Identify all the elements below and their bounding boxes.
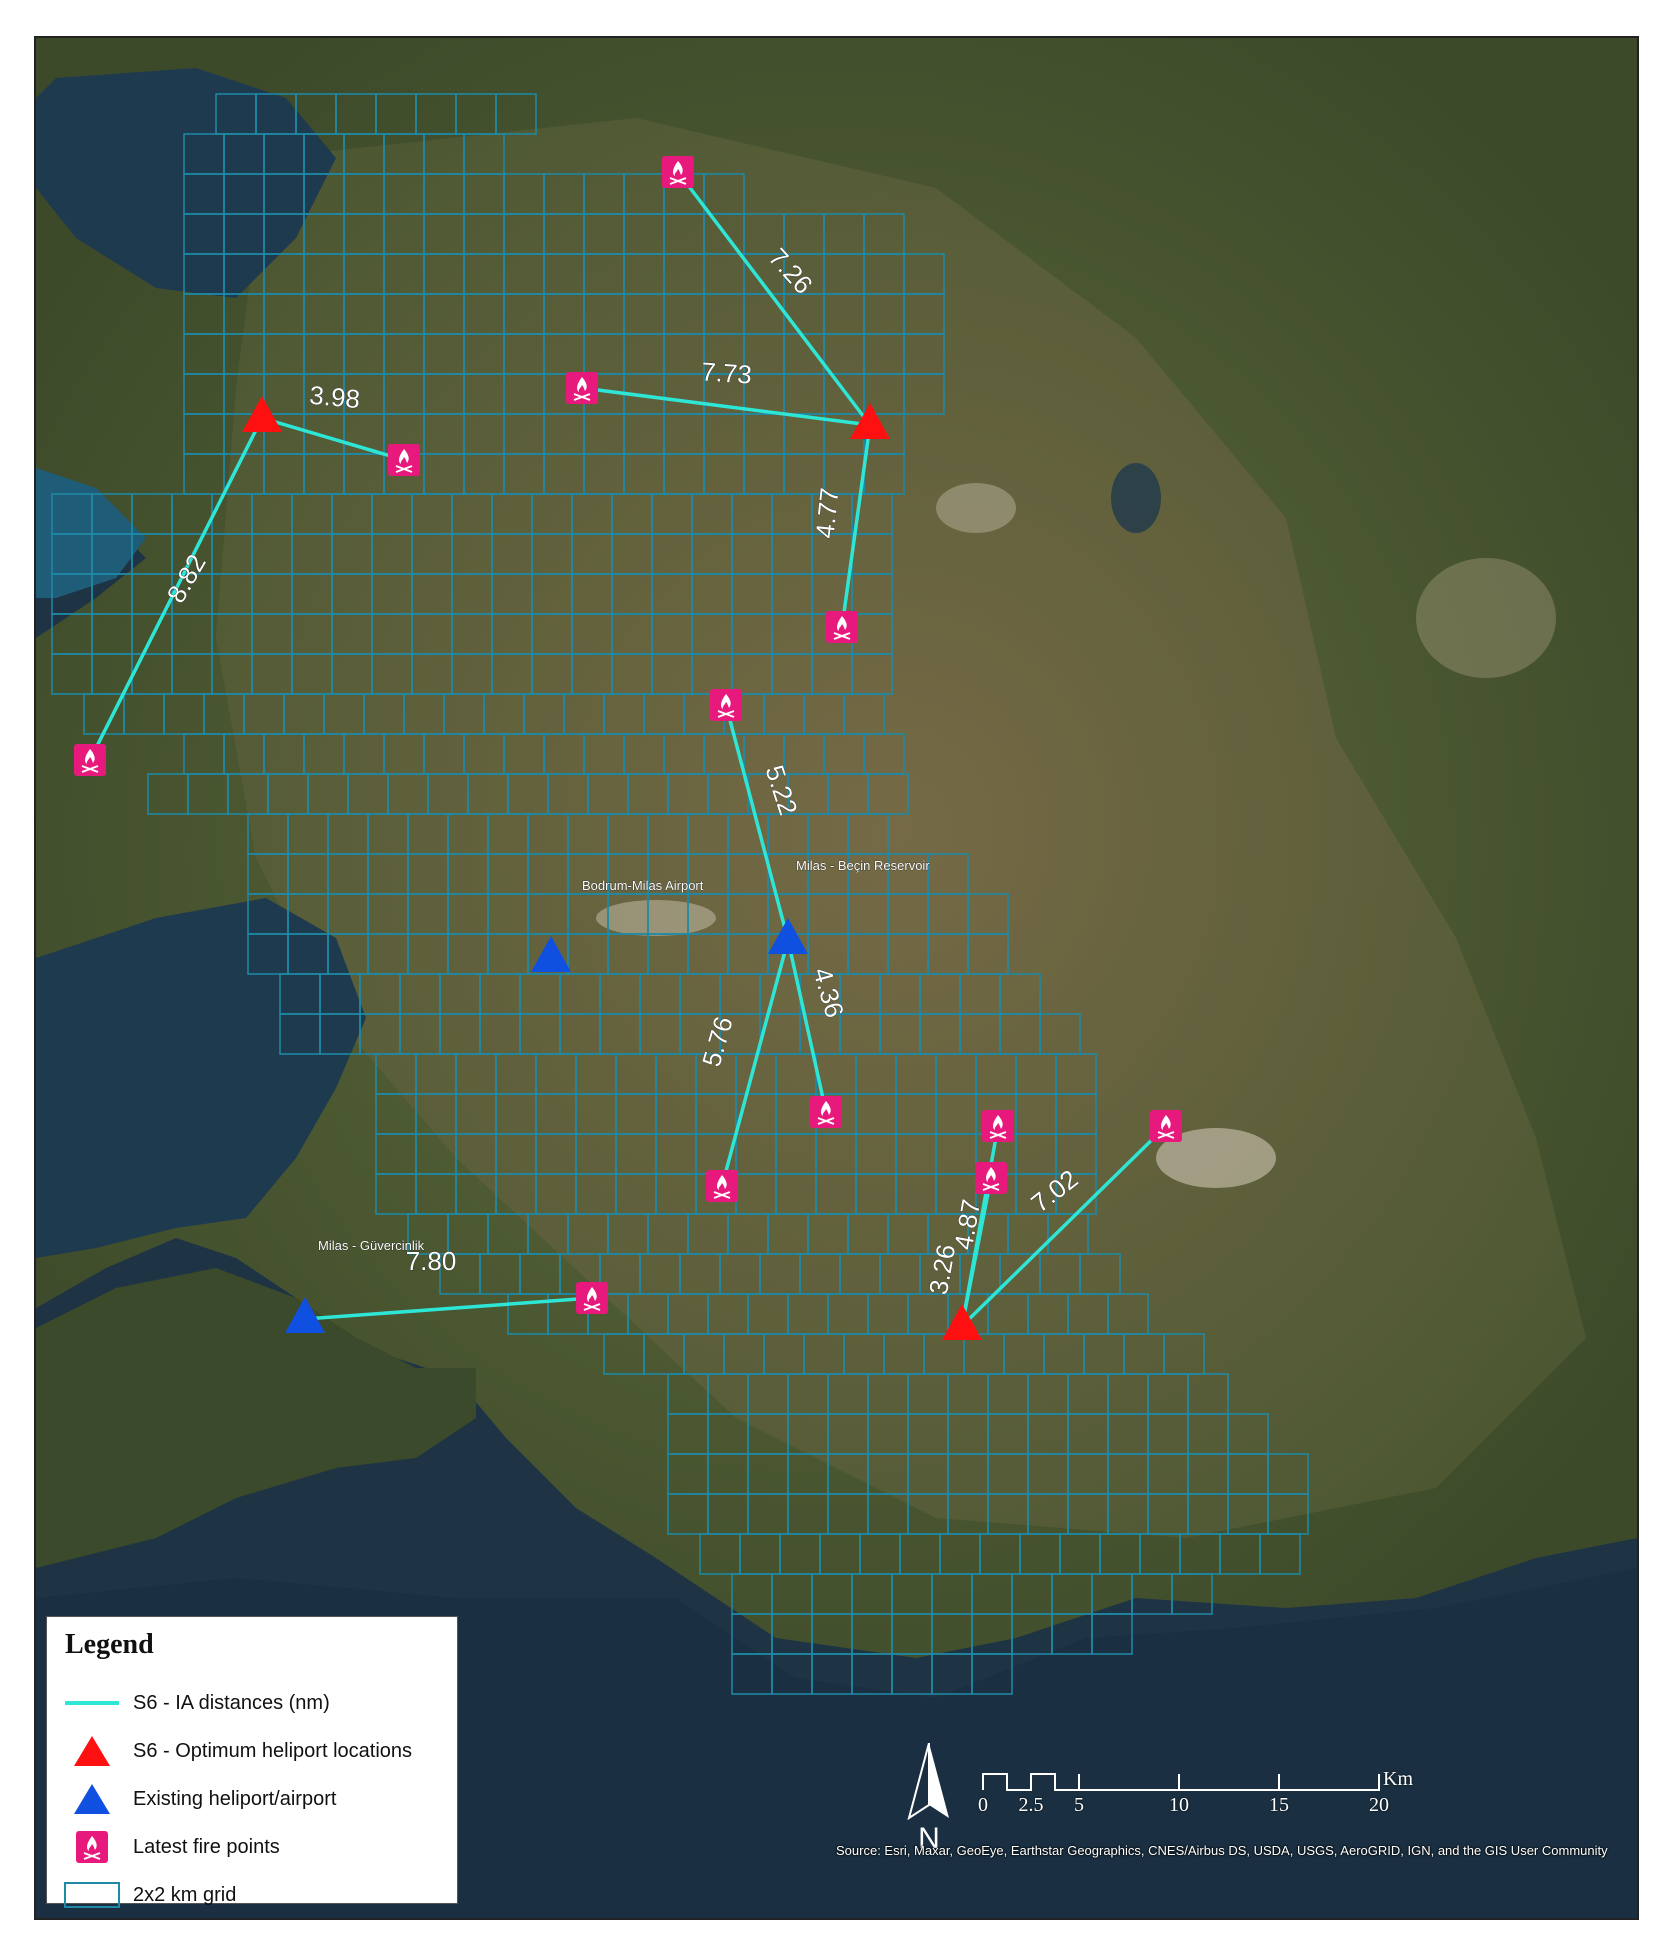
fire-point-icon	[975, 1162, 1007, 1194]
place-label: Milas - Güvercinlik	[318, 1238, 425, 1253]
fire-point-icon	[1150, 1110, 1182, 1142]
fire-point-icon	[810, 1096, 842, 1128]
reservoir	[1111, 463, 1161, 533]
fire-point-icon	[826, 611, 858, 643]
legend-item-optimum-heliport: S6 - Optimum heliport locations	[61, 1727, 443, 1775]
line-symbol-icon	[61, 1683, 123, 1723]
legend-label: 2x2 km grid	[133, 1883, 237, 1906]
fire-point-icon	[662, 156, 694, 188]
legend-item-fire-points: Latest fire points	[61, 1823, 443, 1871]
airport-area	[596, 900, 716, 936]
distance-label: 3.98	[308, 380, 361, 414]
source-attribution: Source: Esri, Maxar, GeoEye, Earthstar G…	[836, 1843, 1608, 1858]
grid-square-icon	[61, 1875, 123, 1915]
place-label: Bodrum-Milas Airport	[582, 878, 704, 893]
fire-point-icon	[576, 1282, 608, 1314]
legend-item-existing-heliport: Existing heliport/airport	[61, 1775, 443, 1823]
scale-label-5: 5	[1074, 1794, 1084, 1816]
legend-label: Existing heliport/airport	[133, 1787, 337, 1810]
north-arrow: N	[904, 1742, 954, 1855]
legend-label: Latest fire points	[133, 1835, 280, 1858]
blue-triangle-icon	[61, 1779, 123, 1819]
legend-item-ia-distances: S6 - IA distances (nm)	[61, 1679, 443, 1727]
fire-point-icon	[710, 689, 742, 721]
quarry-patch	[1416, 558, 1556, 678]
scale-label-15: 15	[1269, 1794, 1289, 1816]
legend-label: S6 - Optimum heliport locations	[133, 1739, 413, 1762]
legend-title: Legend	[65, 1629, 154, 1660]
scale-bar: 0 2.5 5 10 15 20 Km	[978, 1768, 1413, 1828]
scale-unit: Km	[1383, 1768, 1413, 1790]
fire-point-icon	[566, 372, 598, 404]
scale-label-0: 0	[978, 1794, 988, 1816]
fire-point-icon	[982, 1110, 1014, 1142]
legend-item-grid: 2x2 km grid	[61, 1871, 443, 1918]
scale-label-20: 20	[1369, 1794, 1389, 1816]
fire-icon	[61, 1827, 123, 1867]
scale-label-10: 10	[1169, 1794, 1189, 1816]
fire-point-icon	[706, 1170, 738, 1202]
quarry-patch	[936, 483, 1016, 533]
distance-label: 7.73	[700, 356, 753, 389]
red-triangle-icon	[61, 1731, 123, 1771]
map-frame[interactable]: 3.98 8.82 7.26 7.73 4.77 5.22 5.76 4.36 7.80 3.26…	[34, 36, 1639, 1920]
legend-label: S6 - IA distances (nm)	[133, 1691, 330, 1714]
distance-label: 4.77	[809, 486, 844, 539]
fire-point-icon	[74, 744, 106, 776]
fire-point-icon	[388, 444, 420, 476]
place-label: Milas - Beçin Reservoir	[796, 858, 930, 873]
legend-panel: Legend S6 - IA distances (nm) S6 - Optim…	[46, 1616, 458, 1908]
scale-label-2-5: 2.5	[1018, 1794, 1044, 1816]
